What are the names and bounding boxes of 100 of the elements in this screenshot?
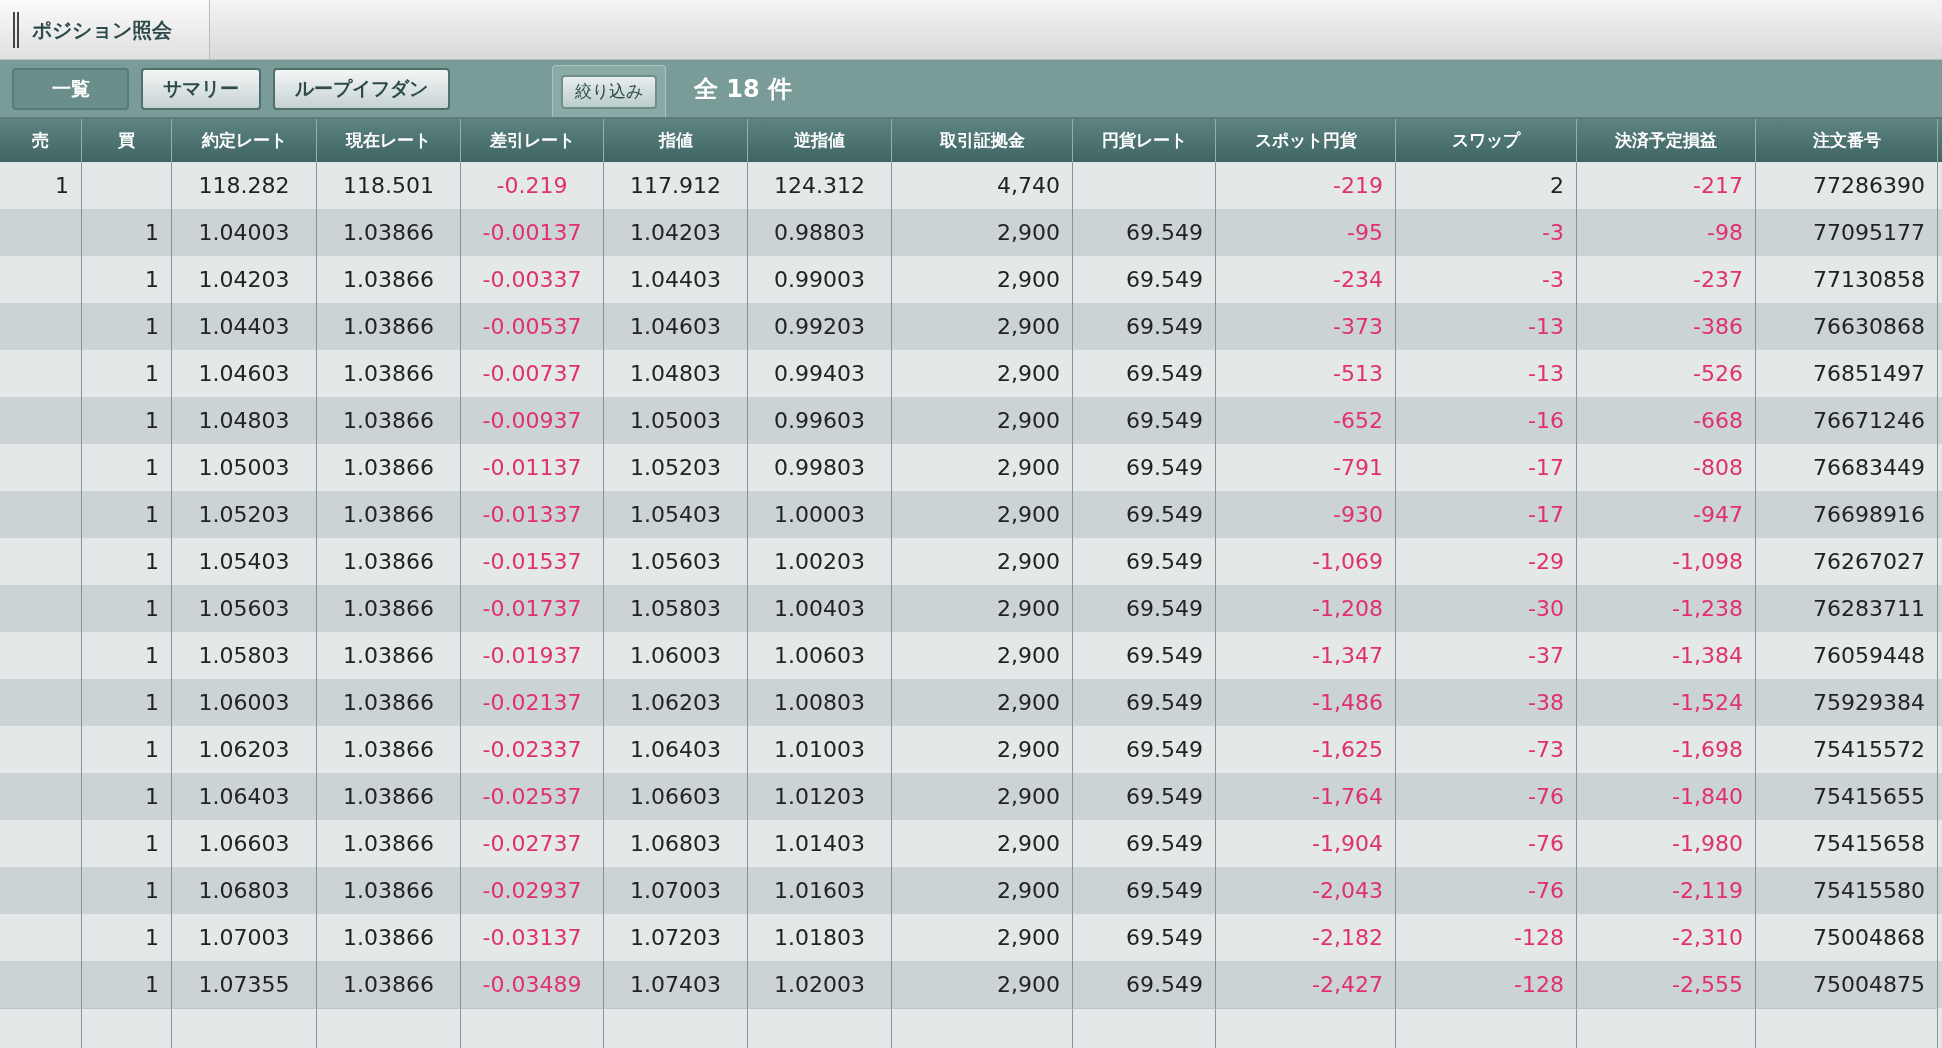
table-cell-text: -1,486 [1312,689,1383,717]
table-cell-text: 1.00003 [774,501,865,529]
table-cell-text: 1.05403 [630,501,721,529]
table-cell-text: 69.549 [1126,548,1203,576]
table-cell-text: 1.01403 [774,830,865,858]
table-cell-text: -128 [1514,971,1564,999]
table-cell-text: 75415572 [1813,736,1925,764]
table-cell-text: 2,900 [997,689,1060,717]
table-cell-text: 1.00803 [774,689,865,717]
tab[interactable]: サマリー [141,67,261,110]
table-cell-text: 1.01203 [774,783,865,811]
table-cell-text: 1 [145,595,159,623]
table-cell-text: 1.03866 [343,783,434,811]
table-cell-text: 2,900 [997,924,1060,952]
table-cell-text: -0.02737 [482,830,582,858]
table-cell-text: 75415658 [1813,830,1925,858]
table-cell-text: -2,555 [1672,971,1743,999]
table-cell-text: 69.549 [1126,219,1203,247]
table-cell-text: -0.01537 [482,548,582,576]
table-cell-text: -37 [1528,642,1564,670]
table-cell-text: 118.501 [343,172,434,200]
table-cell-text: 1.03866 [343,548,434,576]
table-cell-text: -13 [1528,360,1564,388]
table-cell-text: 1.05603 [630,548,721,576]
table-cell-text: -237 [1693,266,1743,294]
table-cell-text: 69.549 [1126,642,1203,670]
table-cell-text: -13 [1528,313,1564,341]
table-cell-text: -17 [1528,501,1564,529]
table-cell-text: 0.99003 [774,266,865,294]
table-cell-text: 1.01603 [774,877,865,905]
table-cell-text: 1.01803 [774,924,865,952]
table-cell-text: -808 [1693,454,1743,482]
table-cell-text: 1.03866 [343,407,434,435]
table-cell-text: 2,900 [997,877,1060,905]
table-cell-text: -2,043 [1312,877,1383,905]
table-cell-text: -38 [1528,689,1564,717]
table-cell-text: -930 [1333,501,1383,529]
table-cell-text: -17 [1528,454,1564,482]
table-cell-text: 2,900 [997,783,1060,811]
table-cell-text: -76 [1528,783,1564,811]
table-cell-text: 1.03866 [343,736,434,764]
table-cell-text: 2,900 [997,830,1060,858]
table-cell-text: 118.282 [198,172,290,200]
table-cell-text: 75929384 [1813,689,1925,717]
table-cell-text: -3 [1542,219,1564,247]
table-cell-text: 2,900 [997,360,1060,388]
table-cell-text: 69.549 [1126,501,1203,529]
table-cell-text: -1,764 [1312,783,1383,811]
table-cell-text: 2,900 [997,266,1060,294]
table-cell-text: 1 [145,877,159,905]
table-cell-text: 1.03866 [343,689,434,717]
table-cell-text: -0.01337 [482,501,582,529]
table-cell-text: -1,238 [1672,595,1743,623]
table-cell-text: 69.549 [1126,736,1203,764]
table-cell-text: -0.03489 [482,971,582,999]
table-cell-text: 1 [145,266,159,294]
table-cell-text: -0.01737 [482,595,582,623]
table-cell-text: 1 [145,736,159,764]
table-cell-text: 1.05803 [630,595,721,623]
table-cell-text: 76851497 [1813,360,1925,388]
table-cell-text: 1.05403 [198,548,290,576]
table-cell-text: 77286390 [1813,172,1925,200]
table-cell-text: 69.549 [1126,360,1203,388]
table-cell-text: 1.05603 [198,595,290,623]
table-cell-text: -1,098 [1672,548,1743,576]
table-cell-text: -2,427 [1312,971,1383,999]
table-cell-text: 1.03866 [343,360,434,388]
table-cell-text: 1.03866 [343,830,434,858]
table-cell-text: 1.00603 [774,642,865,670]
table-cell-text: 1.05003 [630,407,721,435]
window-tab[interactable]: ポジション照会 [0,0,210,59]
table-cell-text: 1 [145,971,159,999]
table-cell-text: 76698916 [1813,501,1925,529]
table-cell-text: 2,900 [997,595,1060,623]
table-cell-text: -386 [1693,313,1743,341]
table-cell-text: 1.07003 [630,877,721,905]
table-cell-text: 1.03866 [343,877,434,905]
table-cell-text: 76683449 [1813,454,1925,482]
table-cell-text: -1,347 [1312,642,1383,670]
tab[interactable]: ループイフダン [273,67,450,110]
table-cell-text: 1.07355 [198,971,290,999]
table-cell-text: -1,208 [1312,595,1383,623]
table-cell-text: 1.06203 [198,736,290,764]
table-cell-text: -29 [1528,548,1564,576]
table-cell-text: 69.549 [1126,313,1203,341]
grip-icon[interactable] [12,9,20,50]
table-cell-text: 1 [145,219,159,247]
table-cell-text: 76267027 [1813,548,1925,576]
tab[interactable]: 一覧 [12,67,129,110]
table-cell-text: -1,840 [1672,783,1743,811]
table-cell-text: 1.06803 [630,830,721,858]
table-cell-text: 76059448 [1813,642,1925,670]
table-cell-text: 2,900 [997,548,1060,576]
filter-button[interactable]: 絞り込み [561,74,657,109]
table-cell-text: 1.05803 [198,642,290,670]
table-cell-text: -95 [1347,219,1383,247]
table-cell-text: 2,900 [997,642,1060,670]
table-cell-text: 69.549 [1126,595,1203,623]
table-cell-text: 1.05203 [630,454,721,482]
table-cell-text: 69.549 [1126,830,1203,858]
